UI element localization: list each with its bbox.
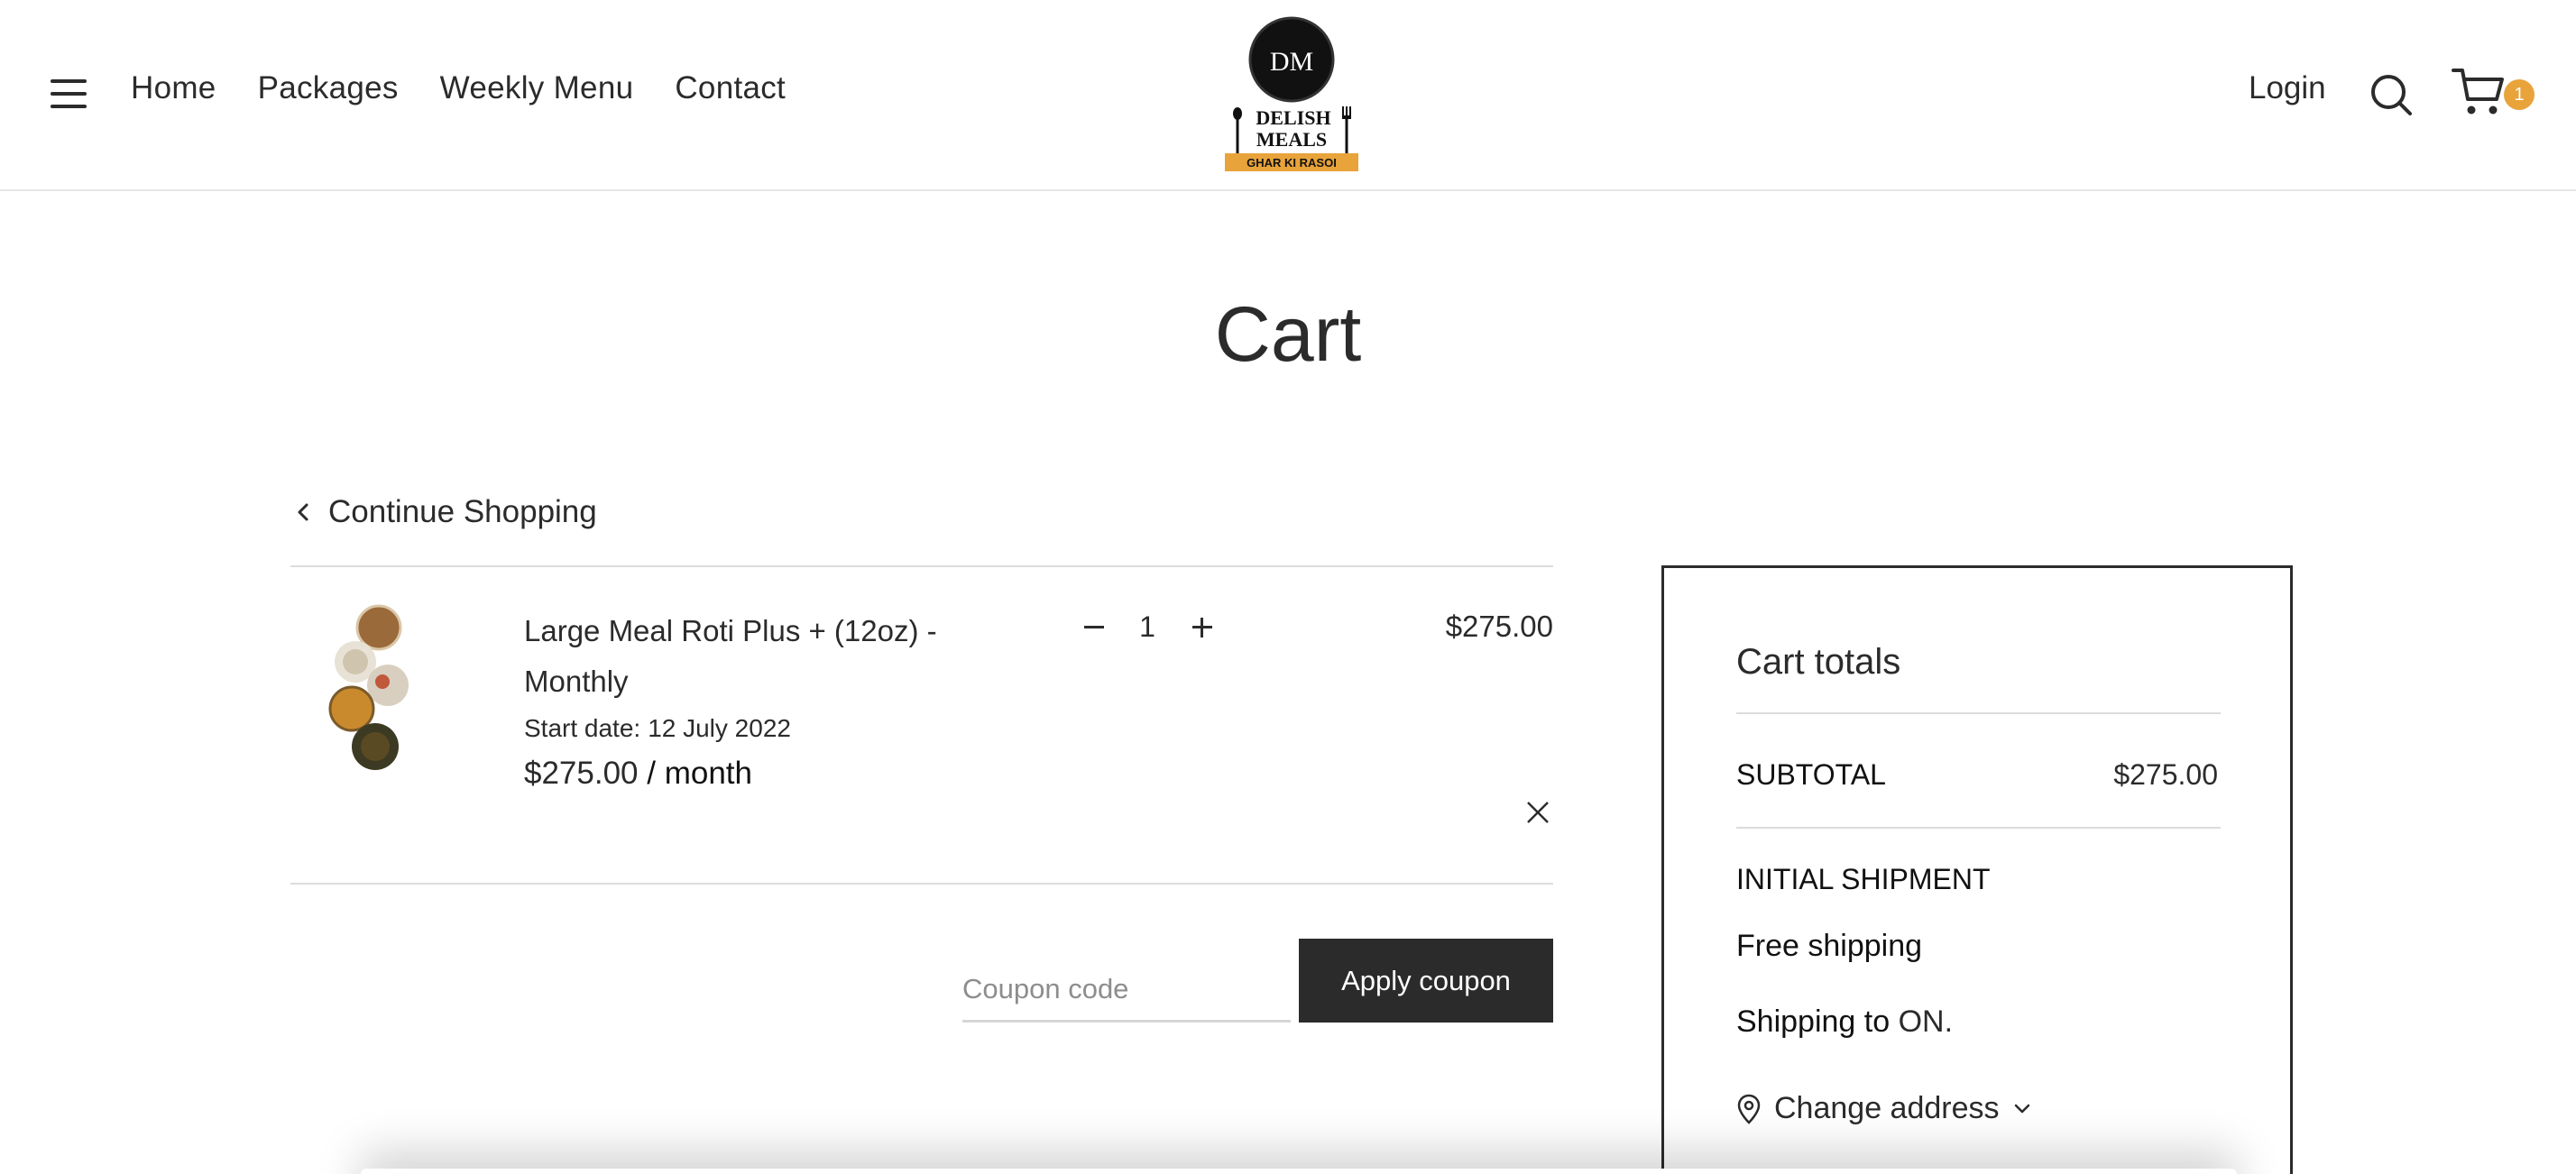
main-nav: Home Packages Weekly Menu Contact [131, 70, 786, 106]
nav-home[interactable]: Home [131, 70, 216, 106]
site-header: Home Packages Weekly Menu Contact DM DEL… [0, 0, 2576, 191]
remove-item-icon[interactable] [1524, 799, 1551, 826]
nav-contact[interactable]: Contact [675, 70, 786, 106]
chevron-down-icon [2014, 1104, 2029, 1113]
page-title: Cart [1214, 291, 1362, 378]
unit-price-period: / month [638, 756, 752, 791]
product-name-link[interactable]: Large Meal Roti Plus + (12oz) - Monthly [524, 606, 993, 707]
login-link[interactable]: Login [2249, 70, 2326, 106]
shipping-method: Free shipping [1736, 929, 1923, 963]
totals-divider [1736, 712, 2221, 714]
location-pin-icon [1737, 1094, 1761, 1124]
cart-count-badge: 1 [2504, 79, 2535, 110]
floating-bar-shadow [361, 1169, 2237, 1174]
item-total: $275.00 [1445, 610, 1553, 643]
product-thumbnail[interactable] [328, 602, 419, 774]
continue-shopping-link[interactable]: Continue Shopping [294, 494, 597, 530]
continue-shopping-label: Continue Shopping [328, 494, 597, 529]
start-date-value: 12 July 2022 [648, 714, 791, 742]
logo-line1: DELISH [1256, 106, 1330, 129]
change-address-label: Change address [1774, 1091, 2000, 1125]
cart-totals-heading: Cart totals [1736, 642, 1901, 682]
subtotal-value: $275.00 [2113, 758, 2218, 791]
chevron-left-icon [298, 503, 308, 521]
shipping-to-value: ON. [1898, 1004, 1954, 1039]
quantity-value[interactable]: 1 [1111, 610, 1183, 644]
cart-icon[interactable] [2452, 67, 2506, 117]
search-icon[interactable] [2369, 72, 2414, 117]
subtotal-label: SUBTOTAL [1736, 758, 1886, 791]
start-date: Start date: 12 July 2022 [524, 714, 791, 743]
unit-price: $275.00 / month [524, 756, 752, 792]
menu-icon[interactable] [51, 79, 87, 108]
apply-coupon-button[interactable]: Apply coupon [1299, 939, 1553, 1023]
cart-totals-panel: Cart totals SUBTOTAL $275.00 INITIAL SHI… [1661, 565, 2293, 1174]
shipping-destination: Shipping to ON. [1736, 1004, 1953, 1040]
increase-quantity-button[interactable] [1183, 609, 1219, 645]
cart-top-divider [290, 565, 1553, 567]
cart-bottom-divider [290, 883, 1553, 885]
nav-weekly-menu[interactable]: Weekly Menu [440, 70, 634, 106]
start-date-label: Start date: [524, 714, 641, 742]
decrease-quantity-button[interactable] [1075, 609, 1111, 645]
logo-monogram: DM [1270, 47, 1313, 77]
quantity-stepper: 1 [1075, 609, 1219, 645]
coupon-code-input[interactable] [962, 958, 1291, 1023]
unit-price-amount: $275.00 [524, 756, 639, 791]
nav-packages[interactable]: Packages [258, 70, 399, 106]
totals-divider [1736, 827, 2221, 829]
shipping-to-label: Shipping to [1736, 1004, 1891, 1039]
initial-shipment-label: INITIAL SHIPMENT [1736, 863, 1991, 895]
logo-line2: MEALS [1256, 128, 1327, 151]
change-address-toggle[interactable]: Change address [1736, 1091, 2032, 1126]
logo-tagline: GHAR KI RASOI [1247, 156, 1337, 170]
site-logo[interactable]: DM DELISH MEALS GHAR KI RASOI [1225, 13, 1360, 175]
